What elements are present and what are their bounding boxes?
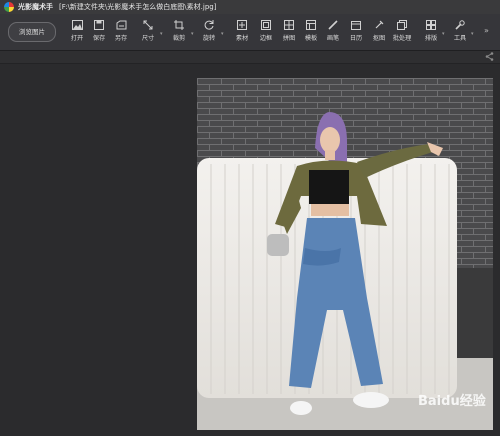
watermark: Baidu经验: [418, 394, 486, 409]
calendar-button[interactable]: 日历: [345, 18, 367, 46]
batch-icon: [397, 20, 407, 30]
brush-icon: [328, 20, 338, 30]
open-label: 打开: [70, 35, 84, 42]
image-icon: [71, 20, 83, 30]
share-icon[interactable]: [485, 52, 494, 61]
crop-button[interactable]: 裁剪: [168, 18, 190, 46]
save-as-button[interactable]: 另存: [110, 18, 132, 46]
material-label: 素材: [235, 35, 249, 42]
crop-label: 裁剪: [172, 35, 186, 42]
collage-button[interactable]: 拼图: [278, 18, 300, 46]
brush-label: 画笔: [326, 35, 340, 42]
open-button[interactable]: 打开: [66, 18, 88, 46]
app-name: 光影魔术手: [18, 3, 53, 11]
layout-label: 排版: [424, 35, 438, 42]
rotate-icon: [204, 20, 214, 30]
crop-icon: [174, 20, 184, 30]
collage-icon: [284, 20, 294, 30]
calendar-icon: [351, 21, 361, 30]
crop-dropdown-icon[interactable]: ▾: [191, 31, 194, 37]
app-logo-icon: [4, 2, 14, 12]
frame-button[interactable]: 边框: [255, 18, 277, 46]
cutout-icon: [375, 20, 384, 29]
brush-button[interactable]: 画笔: [322, 18, 344, 46]
batch-label: 批处理: [392, 35, 412, 42]
photo-image: [197, 78, 493, 430]
layout-button[interactable]: 排版: [420, 18, 442, 46]
tools-dropdown-icon[interactable]: ▾: [471, 31, 474, 37]
photo-preview[interactable]: [197, 78, 493, 430]
resize-button[interactable]: 尺寸: [137, 18, 159, 46]
rotate-button[interactable]: 旋转: [198, 18, 220, 46]
save-as-icon: [116, 20, 126, 30]
frame-icon: [261, 20, 271, 30]
template-icon: [306, 20, 316, 30]
template-label: 模板: [304, 35, 318, 42]
rotate-label: 旋转: [202, 35, 216, 42]
template-button[interactable]: 模板: [300, 18, 322, 46]
rotate-dropdown-icon[interactable]: ▾: [221, 31, 224, 37]
save-icon: [94, 20, 104, 30]
layout-icon: [426, 20, 436, 30]
file-path: [F:\新建文件夹\光影魔术手怎么做白底图\素材.jpg]: [59, 3, 217, 11]
save-label: 保存: [92, 35, 106, 42]
double-chevron-right-icon[interactable]: »: [484, 26, 489, 35]
batch-button[interactable]: 批处理: [391, 18, 413, 46]
cutout-button[interactable]: 抠图: [368, 18, 390, 46]
tools-label: 工具: [453, 35, 467, 42]
calendar-label: 日历: [349, 35, 363, 42]
title-bar: 光影魔术手 [F:\新建文件夹\光影魔术手怎么做白底图\素材.jpg]: [0, 0, 500, 14]
material-button[interactable]: 素材: [231, 18, 253, 46]
browse-images-button[interactable]: 浏览图片: [8, 22, 56, 42]
cutout-label: 抠图: [372, 35, 386, 42]
toolbar: 浏览图片 打开 保存 另存 尺寸 ▾ 裁剪 ▾ 旋转 ▾ 素材 边框 拼图 模板: [0, 14, 500, 51]
material-icon: [237, 20, 247, 30]
save-as-label: 另存: [114, 35, 128, 42]
resize-dropdown-icon[interactable]: ▾: [160, 31, 163, 37]
collage-label: 拼图: [282, 35, 296, 42]
frame-label: 边框: [259, 35, 273, 42]
resize-icon: [143, 20, 153, 30]
sub-bar: [0, 51, 500, 64]
resize-label: 尺寸: [141, 35, 155, 42]
layout-dropdown-icon[interactable]: ▾: [442, 31, 445, 37]
save-button[interactable]: 保存: [88, 18, 110, 46]
wrench-icon: [455, 20, 465, 30]
tools-button[interactable]: 工具: [449, 18, 471, 46]
